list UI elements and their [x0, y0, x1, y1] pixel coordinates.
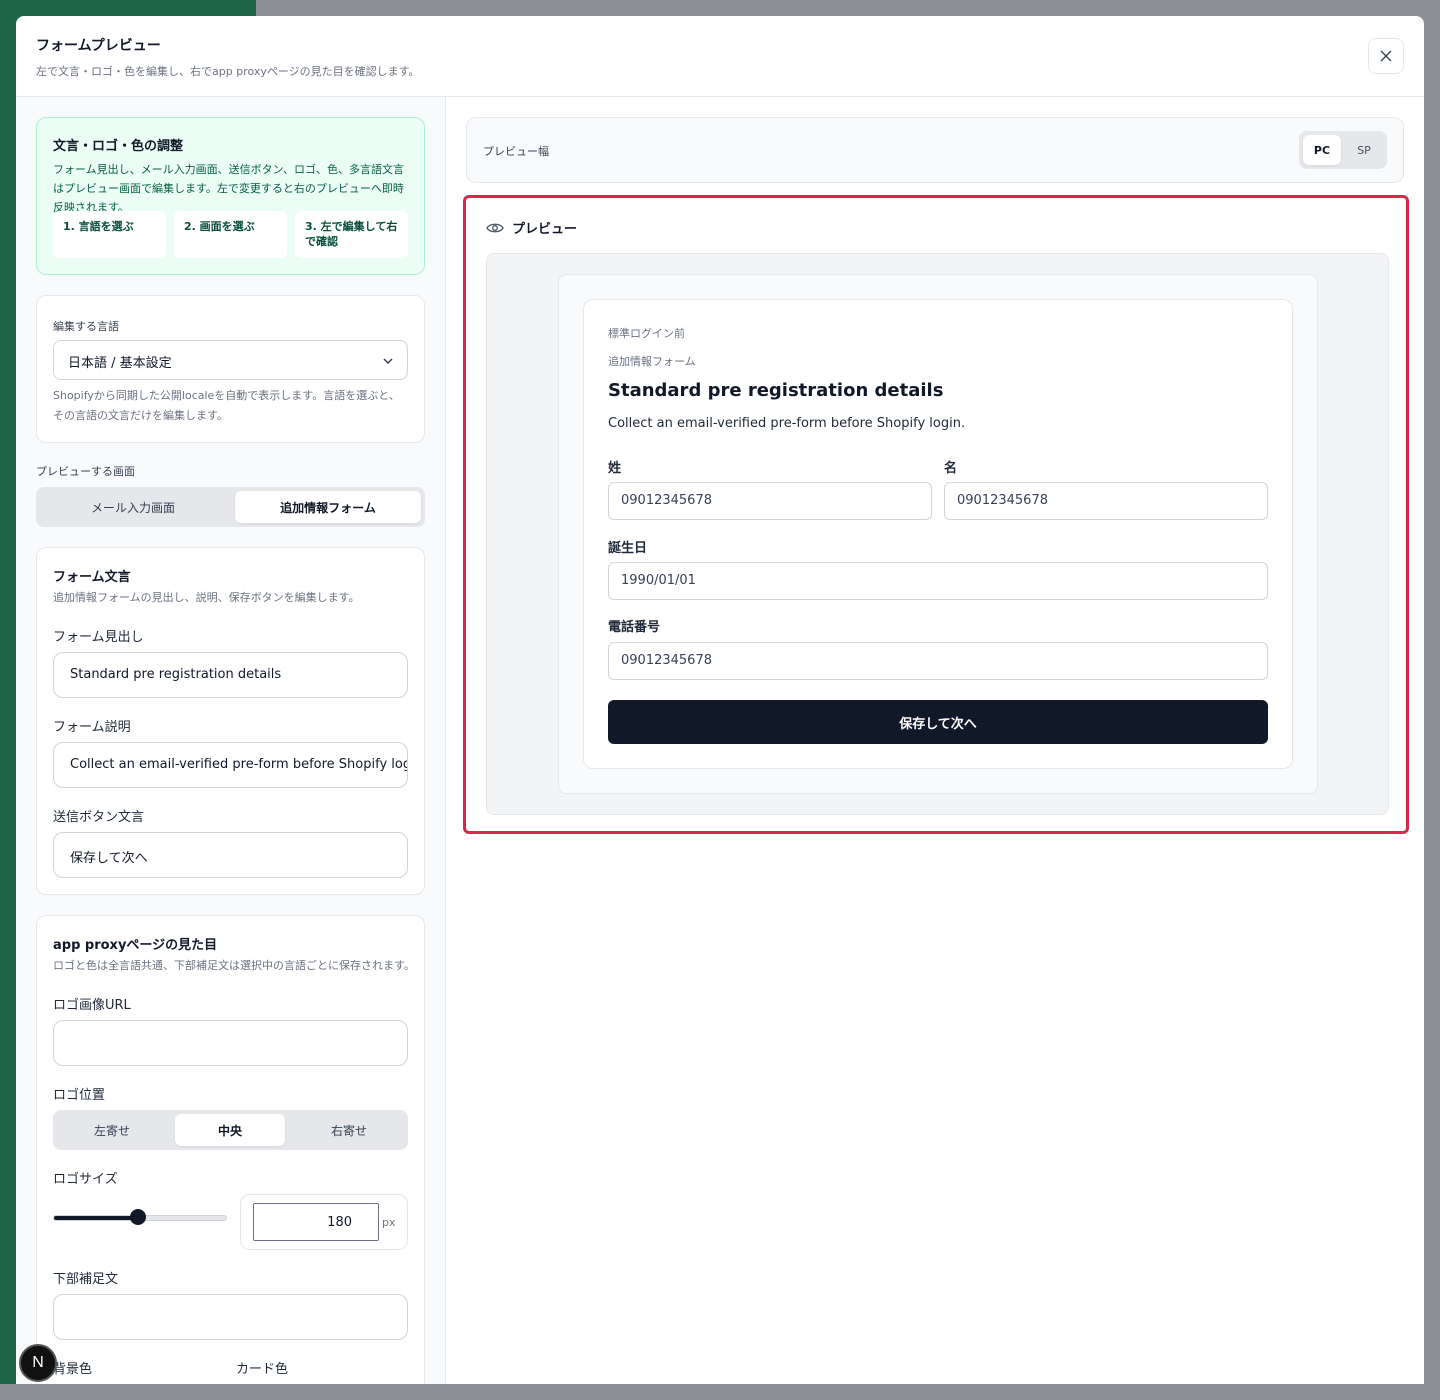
last-name-value: 09012345678	[621, 493, 712, 508]
logo-size-input[interactable]: 180	[253, 1203, 379, 1241]
appearance-help: ロゴと色は全言語共通、下部補足文は選択中の言語ごとに保存されます。	[53, 959, 415, 972]
preview-frame: プレビュー 標準ログイン前 追加情報フォーム Standard pre regi…	[463, 195, 1409, 834]
button-text-input[interactable]: 保存して次へ	[53, 832, 408, 878]
preview-eyebrow-flow: 標準ログイン前	[608, 327, 685, 340]
language-select[interactable]: 日本語 / 基本設定	[53, 340, 408, 380]
width-option-sp[interactable]: SP	[1345, 135, 1383, 165]
heading-input[interactable]: Standard pre registration details	[53, 652, 408, 698]
logo-url-label: ロゴ画像URL	[53, 998, 131, 1013]
logo-size-value: 180	[327, 1215, 352, 1230]
language-help: Shopifyから同期した公開localeを自動で表示します。言語を選ぶと、その…	[53, 389, 400, 422]
screen-option-email[interactable]: メール入力画面	[40, 491, 226, 523]
description-input-value: Collect an email-verified pre-form befor…	[70, 757, 408, 772]
logo-size-label: ロゴサイズ	[53, 1172, 118, 1187]
appearance-card: app proxyページの見た目 ロゴと色は全言語共通、下部補足文は選択中の言語…	[36, 915, 425, 1384]
language-card: 編集する言語 日本語 / 基本設定 Shopifyから同期した公開localeを…	[36, 295, 425, 443]
phone-label: 電話番号	[608, 620, 661, 635]
guide-title: 文言・ロゴ・色の調整	[53, 139, 184, 154]
screen-toggle: メール入力画面 追加情報フォーム	[36, 487, 425, 527]
logo-position-right[interactable]: 右寄せ	[294, 1114, 404, 1146]
preview-submit-button[interactable]: 保存して次へ	[608, 700, 1268, 744]
guide-step-3: 3. 左で編集して右で確認	[295, 211, 408, 258]
preview-width-toggle: PC SP	[1299, 131, 1387, 169]
guide-box: 文言・ロゴ・色の調整 フォーム見出し、メール入力画面、送信ボタン、ロゴ、色、多言…	[36, 117, 425, 275]
card-color-label: カード色	[236, 1362, 289, 1377]
last-name-input[interactable]: 09012345678	[608, 482, 932, 520]
form-text-help: 追加情報フォームの見出し、説明、保存ボタンを編集します。	[53, 591, 360, 604]
logo-position-left[interactable]: 左寄せ	[57, 1114, 167, 1146]
first-name-label: 名	[944, 461, 958, 476]
preview-panel: プレビュー幅 PC SP プレビュー 標準ログイン前 追加情報フォーム Stan…	[446, 97, 1424, 1384]
close-button[interactable]	[1368, 38, 1404, 74]
first-name-input[interactable]: 09012345678	[944, 482, 1268, 520]
button-text-label: 送信ボタン文言	[53, 810, 145, 825]
logo-size-field: 180 px	[240, 1194, 408, 1250]
logo-size-slider-fill	[54, 1216, 139, 1220]
modal-subtitle: 左で文言・ロゴ・色を編集し、右でapp proxyページの見た目を確認します。	[36, 65, 420, 78]
logo-size-unit: px	[382, 1216, 396, 1229]
modal-header: フォームプレビュー 左で文言・ロゴ・色を編集し、右でapp proxyページの見…	[16, 16, 1424, 97]
dev-indicator-badge[interactable]: N	[19, 1344, 57, 1382]
preview-form-card: 標準ログイン前 追加情報フォーム Standard pre registrati…	[583, 299, 1293, 769]
preview-heading: プレビュー	[486, 218, 577, 237]
preview-width-label: プレビュー幅	[483, 145, 549, 158]
logo-position-toggle: 左寄せ 中央 右寄せ	[53, 1110, 408, 1150]
description-input[interactable]: Collect an email-verified pre-form befor…	[53, 742, 408, 788]
language-select-value: 日本語 / 基本設定	[68, 356, 172, 371]
button-text-input-value: 保存して次へ	[70, 851, 148, 866]
preview-title: プレビュー	[512, 222, 578, 237]
appearance-title: app proxyページの見た目	[53, 938, 218, 953]
bg-color-label: 背景色	[53, 1362, 93, 1377]
preview-form-description: Collect an email-verified pre-form befor…	[608, 416, 966, 431]
preview-form-heading: Standard pre registration details	[608, 380, 944, 401]
modal-title: フォームプレビュー	[36, 38, 161, 54]
close-icon	[1380, 50, 1392, 62]
birthday-input[interactable]: 1990/01/01	[608, 562, 1268, 600]
logo-position-center[interactable]: 中央	[175, 1114, 285, 1146]
guide-text: フォーム見出し、メール入力画面、送信ボタン、ロゴ、色、多言語文言はプレビュー画面…	[53, 163, 405, 214]
first-name-value: 09012345678	[957, 493, 1048, 508]
guide-step-2: 2. 画面を選ぶ	[174, 211, 287, 258]
heading-input-value: Standard pre registration details	[70, 667, 282, 682]
chevron-down-icon	[383, 358, 393, 365]
logo-position-label: ロゴ位置	[53, 1088, 106, 1103]
editor-panel: 文言・ロゴ・色の調整 フォーム見出し、メール入力画面、送信ボタン、ロゴ、色、多言…	[16, 97, 446, 1384]
preview-stage: 標準ログイン前 追加情報フォーム Standard pre registrati…	[486, 253, 1389, 815]
footer-input[interactable]	[53, 1294, 408, 1340]
birthday-value: 1990/01/01	[621, 573, 696, 588]
guide-step-1: 1. 言語を選ぶ	[53, 211, 166, 258]
description-label: フォーム説明	[53, 720, 131, 735]
preview-page: 標準ログイン前 追加情報フォーム Standard pre registrati…	[558, 274, 1318, 794]
heading-label: フォーム見出し	[53, 630, 144, 645]
form-text-card: フォーム文言 追加情報フォームの見出し、説明、保存ボタンを編集します。 フォーム…	[36, 547, 425, 895]
phone-input[interactable]: 09012345678	[608, 642, 1268, 680]
screen-label: プレビューする画面	[36, 465, 135, 478]
screen-option-additional[interactable]: 追加情報フォーム	[235, 491, 421, 523]
form-text-title: フォーム文言	[53, 570, 131, 585]
birthday-label: 誕生日	[608, 541, 648, 556]
preview-width-bar: プレビュー幅 PC SP	[466, 117, 1404, 183]
footer-label: 下部補足文	[53, 1272, 119, 1287]
logo-size-slider-handle[interactable]	[130, 1209, 146, 1225]
background-strip	[0, 1384, 1440, 1400]
width-option-pc[interactable]: PC	[1303, 135, 1341, 165]
language-label: 編集する言語	[53, 320, 119, 333]
logo-url-input[interactable]	[53, 1020, 408, 1066]
eye-icon	[486, 223, 504, 232]
last-name-label: 姓	[608, 461, 622, 476]
phone-value: 09012345678	[621, 653, 712, 668]
preview-eyebrow-form: 追加情報フォーム	[608, 355, 696, 368]
form-preview-modal: フォームプレビュー 左で文言・ロゴ・色を編集し、右でapp proxyページの見…	[16, 16, 1424, 1384]
